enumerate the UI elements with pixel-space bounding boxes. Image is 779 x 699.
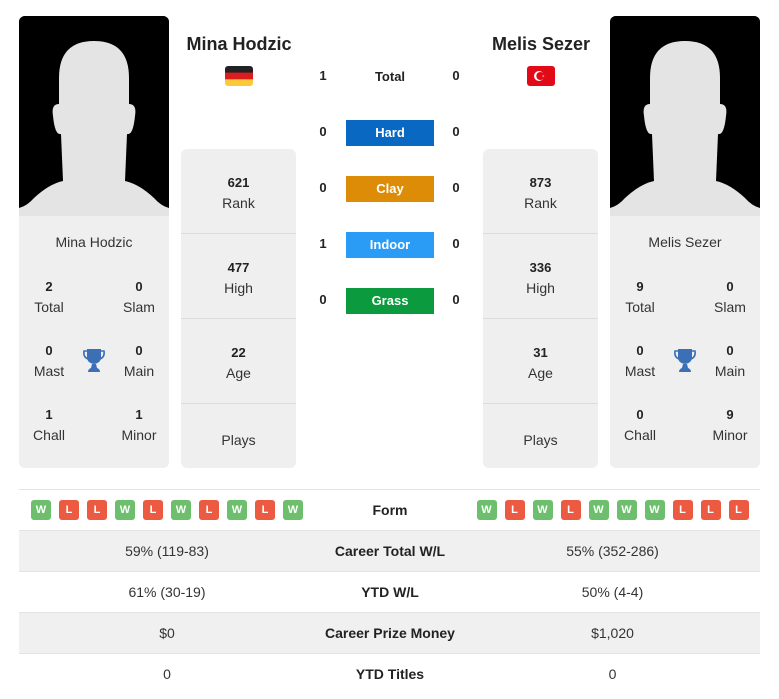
form-win-badge[interactable]: W — [476, 500, 497, 520]
player2-prize-money: $1,020 — [591, 625, 634, 641]
player2-titles-minor: 9 Minor — [712, 407, 748, 443]
player1-card: Mina Hodzic 2 Total 0 Slam 0 Mast 0 Main 1 Ch… — [19, 216, 169, 468]
form-label: Form — [372, 502, 408, 518]
player2-plays: Plays — [523, 432, 558, 448]
form-loss-badge[interactable]: L — [672, 500, 693, 520]
form-win-badge[interactable]: W — [588, 500, 609, 520]
form-win-badge[interactable]: W — [644, 500, 665, 520]
form-loss-badge[interactable]: L — [560, 500, 581, 520]
player1-photo — [19, 16, 169, 216]
ytd-wl-label: YTD W/L — [361, 584, 419, 600]
player2-career-wl: 55% (352-286) — [566, 543, 659, 559]
player1-ytd-wl: 61% (30-19) — [128, 584, 206, 600]
ytd-titles-label: YTD Titles — [355, 666, 425, 682]
surface-clay-badge[interactable]: Clay — [346, 176, 434, 202]
surface-indoor-badge[interactable]: Indoor — [346, 232, 434, 258]
career-wl-label: Career Total W/L — [334, 543, 446, 559]
table-row: 0 YTD Titles 0 — [19, 654, 760, 695]
player2-titles-chall: 0 Chall — [624, 407, 656, 443]
trophy-icon — [83, 349, 105, 372]
player2-titles-slam: 0 Slam — [714, 279, 746, 315]
form-loss-badge[interactable]: L — [504, 500, 525, 520]
player1-plays: Plays — [221, 432, 256, 448]
h2h-indoor-row: 1 Indoor 0 — [310, 232, 470, 258]
form-win-badge[interactable]: W — [31, 500, 51, 520]
h2h-grass-left: 0 — [319, 292, 327, 307]
surface-grass-badge[interactable]: Grass — [346, 288, 434, 314]
player1-titles-total: 2 Total — [34, 279, 64, 315]
form-loss-badge[interactable]: L — [728, 500, 749, 520]
player2-rank: 873 Rank — [483, 149, 598, 234]
h2h-grass-row: 0 Grass 0 — [310, 288, 470, 314]
comparison-table: WLLWLWLWLW Form WLWLWWWLLL 59% (119-83) … — [19, 489, 760, 695]
germany-flag-icon — [225, 66, 253, 86]
h2h-indoor-left: 1 — [319, 236, 327, 251]
form-win-badge[interactable]: W — [616, 500, 637, 520]
table-row: $0 Career Prize Money $1,020 — [19, 613, 760, 654]
player2-name[interactable]: Melis Sezer — [466, 34, 616, 55]
h2h-clay-right: 0 — [452, 180, 460, 195]
player1-titles-main: 0 Main — [123, 343, 155, 379]
surface-hard-badge[interactable]: Hard — [346, 120, 434, 146]
player1-titles-chall: 1 Chall — [33, 407, 65, 443]
player1-name[interactable]: Mina Hodzic — [164, 34, 314, 55]
h2h-total-left: 1 — [319, 68, 327, 83]
player2-photo — [610, 16, 760, 216]
form-loss-badge[interactable]: L — [59, 500, 79, 520]
turkey-flag-icon — [527, 66, 555, 86]
player1-card-name[interactable]: Mina Hodzic — [19, 234, 169, 250]
h2h-clay-row: 0 Clay 0 — [310, 176, 470, 202]
h2h-total-right: 0 — [452, 68, 460, 83]
prize-money-label: Career Prize Money — [325, 625, 455, 641]
player2-card: Melis Sezer 9 Total 0 Slam 0 Mast 0 Main 0 Ch… — [610, 216, 760, 468]
player1-high: 477 High — [181, 234, 296, 319]
player2-titles-total: 9 Total — [625, 279, 655, 315]
form-win-badge[interactable]: W — [227, 500, 247, 520]
player1-form: WLLWLWLWLW — [19, 490, 315, 530]
form-loss-badge[interactable]: L — [255, 500, 275, 520]
form-win-badge[interactable]: W — [283, 500, 303, 520]
trophy-icon — [674, 349, 696, 372]
h2h-hard-left: 0 — [319, 124, 327, 139]
player1-prize-money: $0 — [159, 625, 175, 641]
table-row: 59% (119-83) Career Total W/L 55% (352-2… — [19, 531, 760, 572]
form-loss-badge[interactable]: L — [87, 500, 107, 520]
player1-titles-mast: 0 Mast — [33, 343, 65, 379]
h2h-clay-left: 0 — [319, 180, 327, 195]
player1-stats: 621 Rank 477 High 22 Age Plays — [181, 149, 296, 468]
h2h-total-label: Total — [374, 69, 406, 84]
form-loss-badge[interactable]: L — [700, 500, 721, 520]
form-win-badge[interactable]: W — [171, 500, 191, 520]
h2h-grass-right: 0 — [452, 292, 460, 307]
player2-titles-main: 0 Main — [714, 343, 746, 379]
player2-card-name[interactable]: Melis Sezer — [610, 234, 760, 250]
form-row: WLLWLWLWLW Form WLWLWWWLLL — [19, 490, 760, 531]
h2h-hard-row: 0 Hard 0 — [310, 120, 470, 146]
table-row: 61% (30-19) YTD W/L 50% (4-4) — [19, 572, 760, 613]
h2h-indoor-right: 0 — [452, 236, 460, 251]
h2h-hard-right: 0 — [452, 124, 460, 139]
form-win-badge[interactable]: W — [532, 500, 553, 520]
player1-titles-slam: 0 Slam — [123, 279, 155, 315]
player1-ytd-titles: 0 — [163, 666, 171, 682]
player2-ytd-wl: 50% (4-4) — [581, 584, 644, 600]
h2h-total-row: 1 Total 0 — [310, 64, 470, 90]
player1-career-wl: 59% (119-83) — [125, 543, 209, 559]
player2-titles-mast: 0 Mast — [624, 343, 656, 379]
player2-stats: 873 Rank 336 High 31 Age Plays — [483, 149, 598, 468]
player2-form: WLWLWWWLLL — [465, 490, 760, 530]
player2-age: 31 Age — [483, 319, 598, 404]
player2-high: 336 High — [483, 234, 598, 319]
form-win-badge[interactable]: W — [115, 500, 135, 520]
player-silhouette-icon — [19, 16, 169, 216]
player1-titles-minor: 1 Minor — [121, 407, 157, 443]
player-silhouette-icon — [610, 16, 760, 216]
form-loss-badge[interactable]: L — [199, 500, 219, 520]
player1-rank: 621 Rank — [181, 149, 296, 234]
player2-ytd-titles: 0 — [608, 666, 617, 682]
form-loss-badge[interactable]: L — [143, 500, 163, 520]
player1-age: 22 Age — [181, 319, 296, 404]
